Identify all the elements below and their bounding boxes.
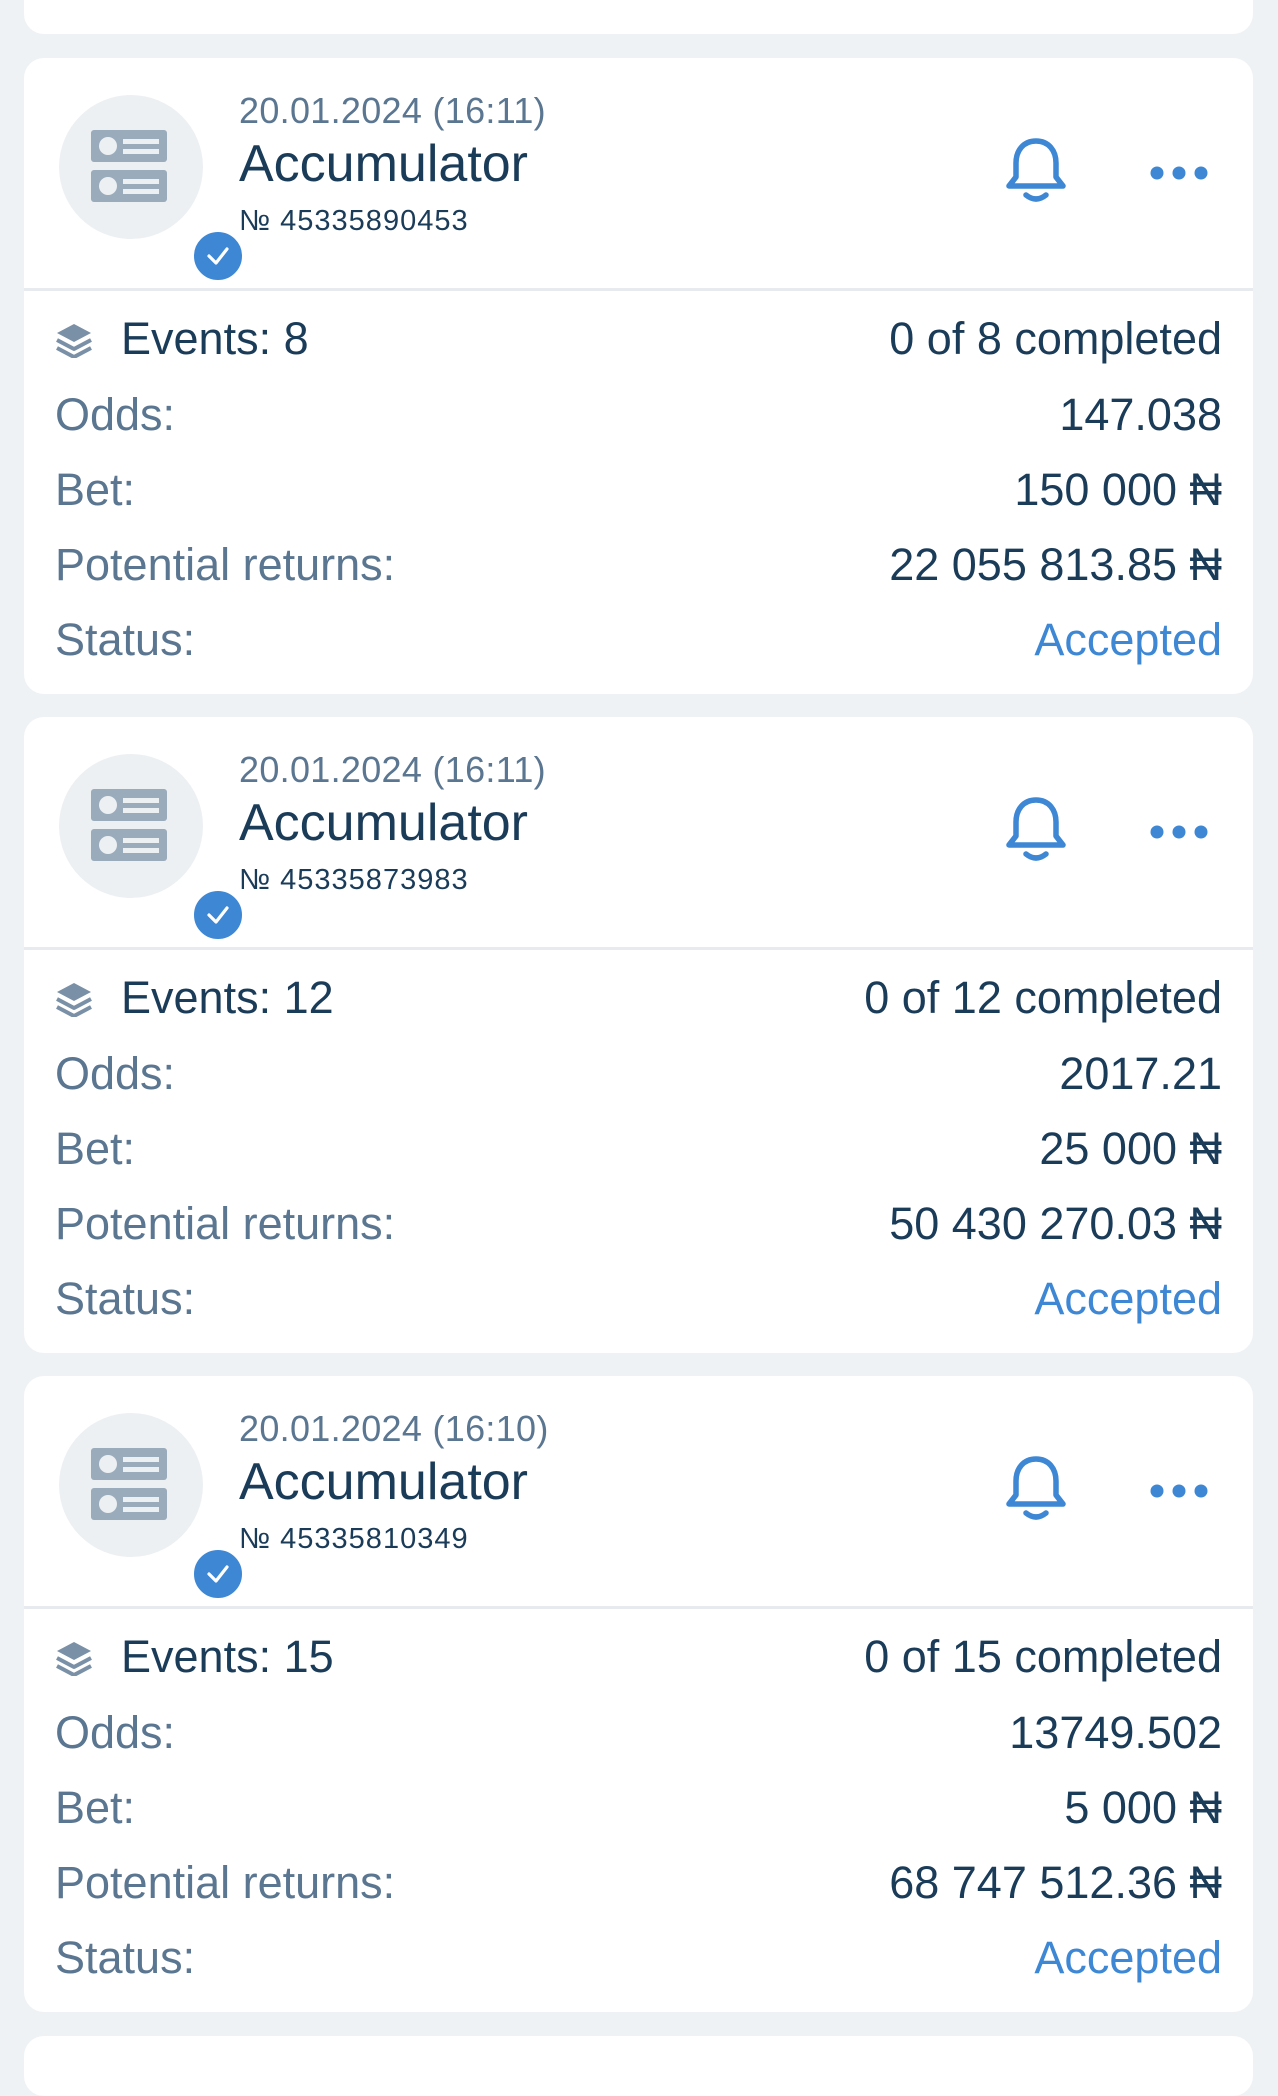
odds-label: Odds: (55, 389, 176, 440)
events-row: Events: 15 0 of 15 completed (55, 1627, 1222, 1687)
more-icon[interactable] (1149, 158, 1209, 188)
bet-label: Bet: (55, 464, 136, 515)
events-count: Events: 12 (121, 972, 334, 1023)
bet-card-header: 20.01.2024 (16:10) Accumulator № 4533581… (24, 1376, 1253, 1609)
returns-value: 68 747 512.36 ₦ (889, 1857, 1222, 1908)
odds-value: 2017.21 (1059, 1048, 1222, 1099)
previous-bet-card[interactable] (24, 0, 1253, 34)
odds-row: Odds: 147.038 (55, 385, 1222, 445)
next-bet-card[interactable] (24, 2036, 1253, 2096)
bet-type: Accumulator (239, 135, 528, 193)
bell-icon[interactable] (1004, 136, 1068, 206)
events-completed: 0 of 15 completed (864, 1631, 1222, 1682)
bet-number: № 45335810349 (239, 1523, 469, 1555)
checkmark-icon (207, 906, 229, 924)
bet-number: № 45335873983 (239, 864, 469, 896)
layers-icon (56, 983, 92, 1017)
bet-card-header: 20.01.2024 (16:11) Accumulator № 4533589… (24, 58, 1253, 291)
bet-card[interactable]: 20.01.2024 (16:10) Accumulator № 4533581… (24, 1376, 1253, 2012)
events-count: Events: 8 (121, 313, 309, 364)
bet-row: Bet: 5 000 ₦ (55, 1778, 1222, 1838)
odds-value: 13749.502 (1009, 1707, 1222, 1758)
bet-card[interactable]: 20.01.2024 (16:11) Accumulator № 4533589… (24, 58, 1253, 694)
bet-date: 20.01.2024 (16:10) (239, 1408, 549, 1449)
verified-badge (190, 887, 246, 943)
returns-row: Potential returns: 68 747 512.36 ₦ (55, 1853, 1222, 1913)
more-icon[interactable] (1149, 1476, 1209, 1506)
bet-label: Bet: (55, 1782, 136, 1833)
events-completed: 0 of 8 completed (889, 313, 1222, 364)
bet-number: № 45335890453 (239, 205, 469, 237)
bet-value: 5 000 ₦ (1064, 1782, 1222, 1833)
more-icon[interactable] (1149, 817, 1209, 847)
bell-icon[interactable] (1004, 795, 1068, 865)
verified-badge (190, 228, 246, 284)
bet-slip-icon (91, 130, 167, 202)
returns-row: Potential returns: 22 055 813.85 ₦ (55, 535, 1222, 595)
bet-card-header: 20.01.2024 (16:11) Accumulator № 4533587… (24, 717, 1253, 950)
odds-row: Odds: 2017.21 (55, 1044, 1222, 1104)
bet-type: Accumulator (239, 794, 528, 852)
events-row: Events: 8 0 of 8 completed (55, 309, 1222, 369)
returns-value: 22 055 813.85 ₦ (889, 539, 1222, 590)
checkmark-icon (207, 247, 229, 265)
verified-badge (190, 1546, 246, 1602)
bet-row: Bet: 150 000 ₦ (55, 460, 1222, 520)
checkmark-icon (207, 1565, 229, 1583)
bet-slip-icon (91, 1448, 167, 1520)
returns-label: Potential returns: (55, 1198, 396, 1249)
status-row: Status: Accepted (55, 1928, 1222, 1988)
bet-slip-icon (91, 789, 167, 861)
status-row: Status: Accepted (55, 1269, 1222, 1329)
bet-date: 20.01.2024 (16:11) (239, 90, 546, 131)
status-value: Accepted (1034, 1932, 1222, 1983)
bet-avatar (59, 1413, 246, 1602)
returns-label: Potential returns: (55, 1857, 396, 1908)
odds-value: 147.038 (1059, 389, 1222, 440)
bet-date: 20.01.2024 (16:11) (239, 749, 546, 790)
layers-icon (56, 324, 92, 358)
status-label: Status: (55, 1273, 196, 1324)
odds-row: Odds: 13749.502 (55, 1703, 1222, 1763)
returns-label: Potential returns: (55, 539, 396, 590)
layers-icon (56, 1642, 92, 1676)
bet-value: 150 000 ₦ (1014, 464, 1222, 515)
returns-value: 50 430 270.03 ₦ (889, 1198, 1222, 1249)
events-row: Events: 12 0 of 12 completed (55, 968, 1222, 1028)
bet-avatar (59, 754, 246, 943)
events-count: Events: 15 (121, 1631, 334, 1682)
bet-avatar (59, 95, 246, 284)
bet-label: Bet: (55, 1123, 136, 1174)
bet-type: Accumulator (239, 1453, 528, 1511)
status-label: Status: (55, 614, 196, 665)
status-row: Status: Accepted (55, 610, 1222, 670)
status-value: Accepted (1034, 614, 1222, 665)
events-completed: 0 of 12 completed (864, 972, 1222, 1023)
status-value: Accepted (1034, 1273, 1222, 1324)
bell-icon[interactable] (1004, 1454, 1068, 1524)
returns-row: Potential returns: 50 430 270.03 ₦ (55, 1194, 1222, 1254)
status-label: Status: (55, 1932, 196, 1983)
bet-value: 25 000 ₦ (1039, 1123, 1222, 1174)
odds-label: Odds: (55, 1707, 176, 1758)
bet-row: Bet: 25 000 ₦ (55, 1119, 1222, 1179)
bet-card[interactable]: 20.01.2024 (16:11) Accumulator № 4533587… (24, 717, 1253, 1353)
odds-label: Odds: (55, 1048, 176, 1099)
